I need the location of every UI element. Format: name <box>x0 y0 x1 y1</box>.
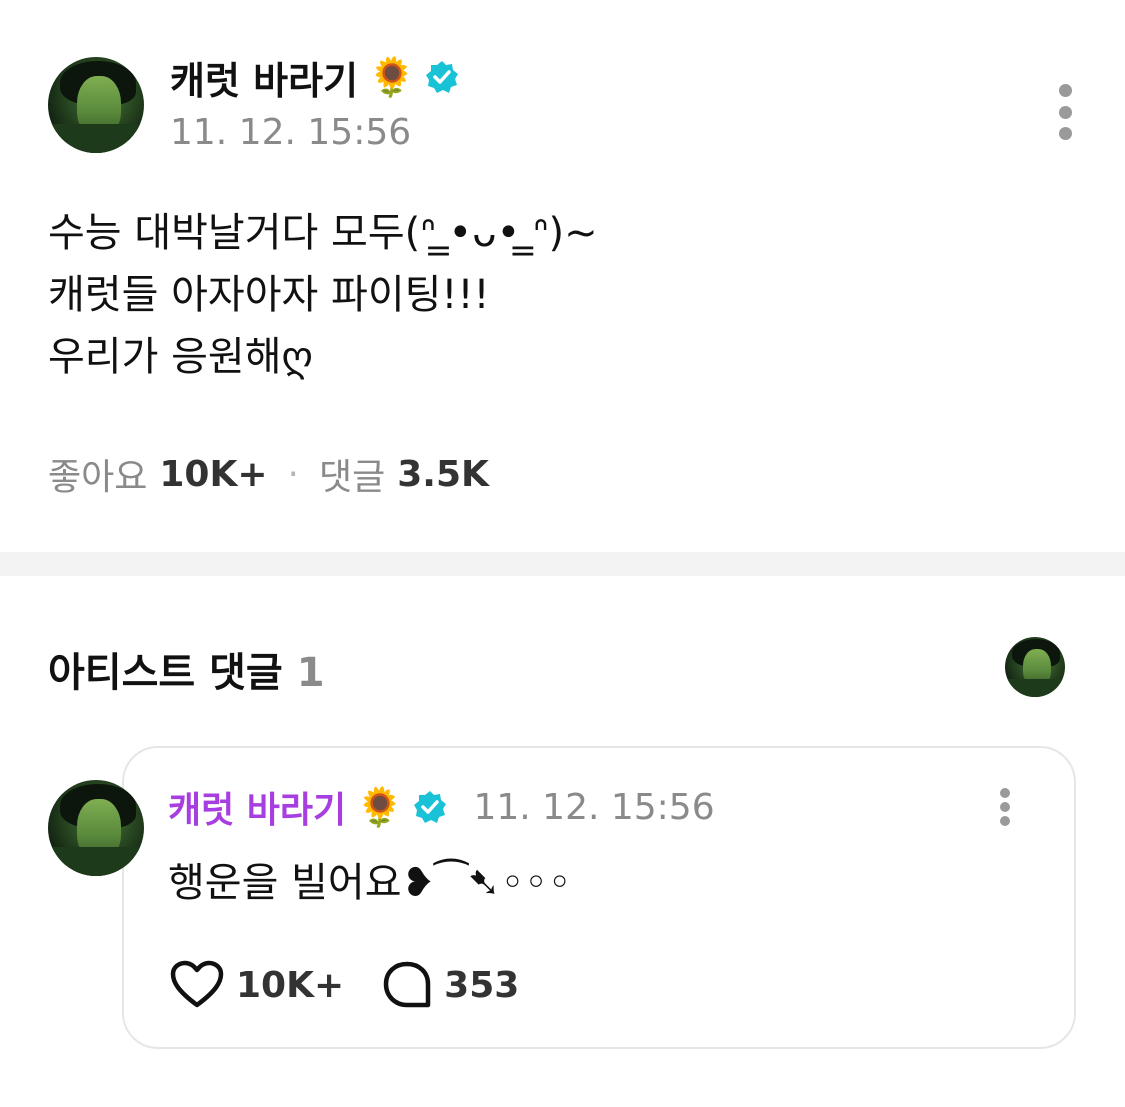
reply-bubble-icon[interactable] <box>382 960 432 1010</box>
avatar-shirt <box>1005 679 1065 697</box>
dot <box>1000 802 1010 812</box>
post-stats: 좋아요 10K+ · 댓글 3.5K <box>48 448 489 500</box>
section-divider <box>0 552 1125 576</box>
stats-separator: · <box>287 453 299 495</box>
post-more-options-icon[interactable] <box>1052 84 1078 140</box>
post-author-avatar[interactable] <box>48 57 144 153</box>
artist-comments-count: 1 <box>296 650 325 696</box>
comment-text: 행운을 빌어요❥︎⁀➷◦◦◦ <box>168 860 572 906</box>
artist-comments-label: 아티스트 댓글 <box>48 650 283 696</box>
verified-badge-icon <box>414 791 447 823</box>
dot <box>1058 105 1072 119</box>
post-timestamp: 11. 12. 15:56 <box>170 112 412 153</box>
comment-more-options-icon[interactable] <box>992 788 1018 826</box>
comment-header: 캐럿 바라기 🌻 11. 12. 15:56 <box>168 780 715 834</box>
post-body: 수능 대박날거다 모두(ᐢ ̳•ᴗ• ̳ᐢ)~ 캐럿들 아자아자 파이팅!!! … <box>48 202 598 388</box>
artist-avatar[interactable] <box>1005 637 1065 697</box>
sunflower-emoji: 🌻 <box>368 55 416 99</box>
post-body-line: 캐럿들 아자아자 파이팅!!! <box>48 272 490 318</box>
avatar-shirt <box>48 847 144 876</box>
comments-count[interactable]: 3.5K <box>397 454 489 495</box>
comment-author-avatar[interactable] <box>48 780 144 876</box>
verified-badge-icon <box>426 61 459 93</box>
dot <box>1058 84 1072 97</box>
dot <box>1000 788 1010 798</box>
post-body-line: 우리가 응원해ღ <box>48 334 313 380</box>
dot <box>1000 816 1010 826</box>
dot <box>1058 127 1072 140</box>
comment-author-name[interactable]: 캐럿 바라기 <box>168 781 346 833</box>
likes-count[interactable]: 10K+ <box>159 454 267 495</box>
heart-icon[interactable] <box>170 960 224 1010</box>
likes-label[interactable]: 좋아요 <box>48 448 147 500</box>
post-author-name[interactable]: 캐럿 바라기 <box>170 50 358 105</box>
comment-actions: 10K+ 353 <box>170 955 519 1015</box>
comment-timestamp: 11. 12. 15:56 <box>473 786 715 828</box>
artist-comments-title: 아티스트 댓글 1 <box>48 640 325 698</box>
sunflower-emoji: 🌻 <box>356 785 404 829</box>
post-body-line: 수능 대박날거다 모두(ᐢ ̳•ᴗ• ̳ᐢ)~ <box>48 210 598 256</box>
comment-like-count[interactable]: 10K+ <box>236 965 344 1006</box>
comment-reply-count[interactable]: 353 <box>444 965 519 1006</box>
avatar-shirt <box>48 124 144 153</box>
post-author-row: 캐럿 바라기 🌻 <box>170 50 459 104</box>
comments-label[interactable]: 댓글 <box>319 448 385 500</box>
